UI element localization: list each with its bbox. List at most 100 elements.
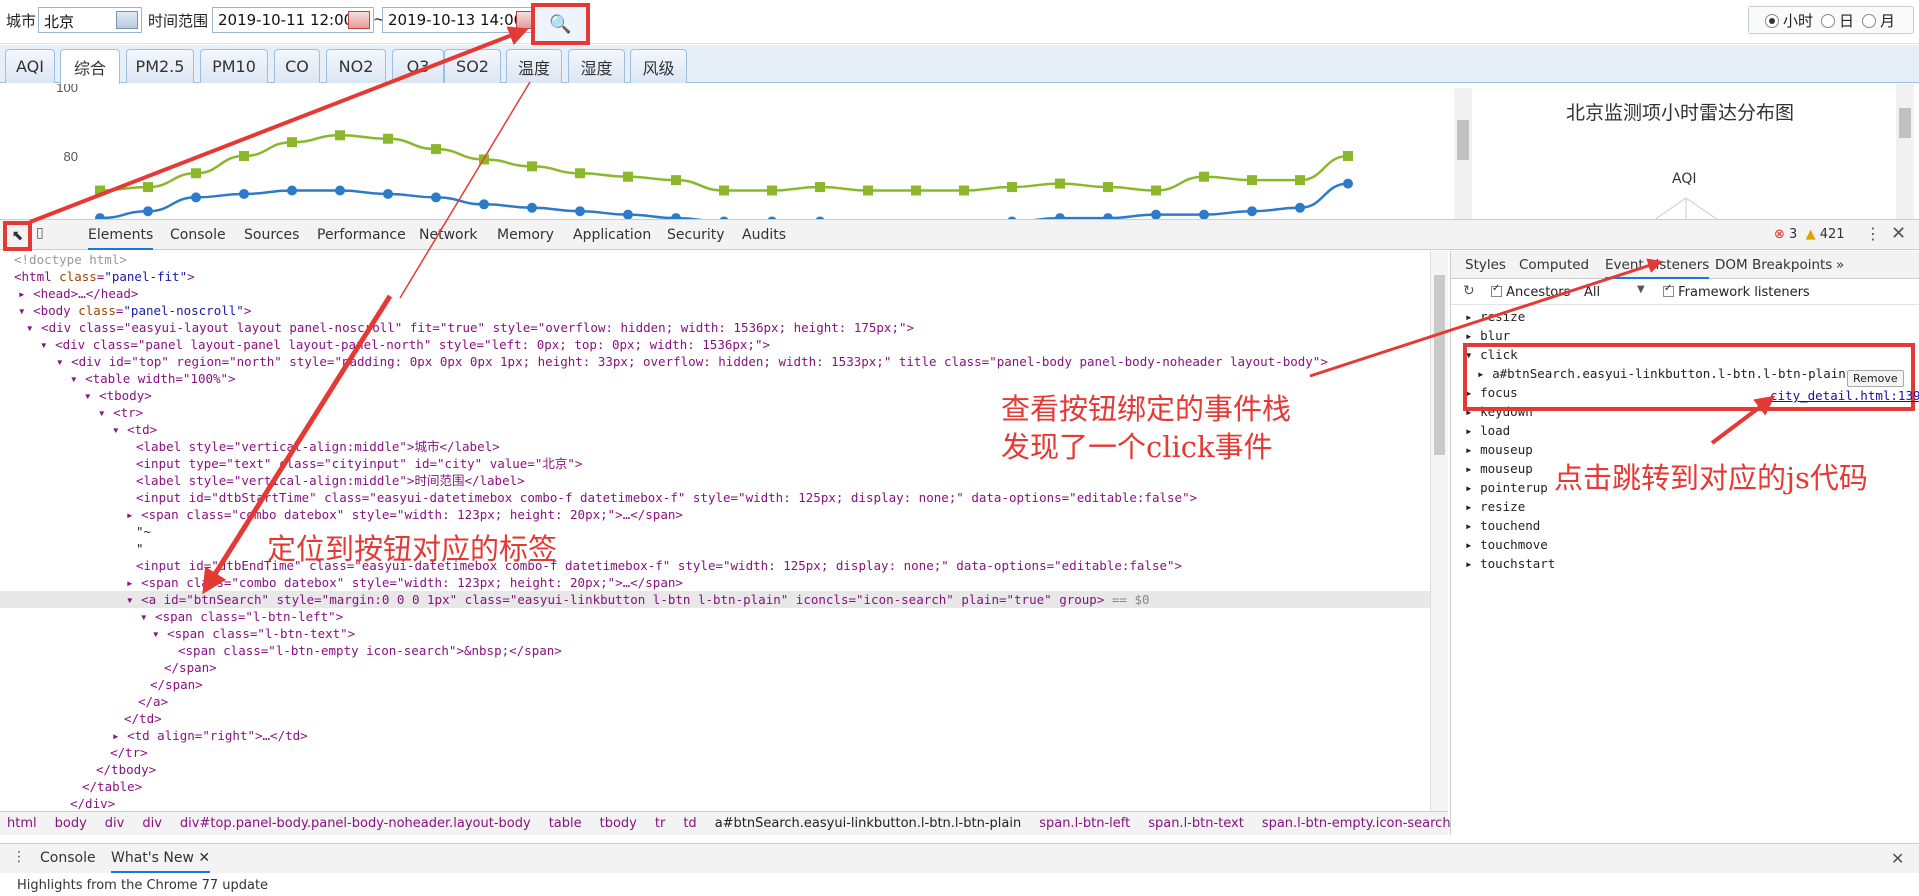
breadcrumb-item[interactable]: tbody	[600, 816, 637, 831]
breadcrumb-item[interactable]: tr	[655, 816, 665, 831]
dom-node[interactable]: <html class="panel-fit">	[0, 268, 1430, 285]
breadcrumb-item[interactable]: div	[142, 816, 162, 831]
dom-node[interactable]: </table>	[0, 778, 1430, 795]
dom-node[interactable]: <input id="dtbEndTime" class="easyui-dat…	[0, 557, 1430, 574]
tab-pm10[interactable]: PM10	[200, 49, 268, 83]
tab-no2[interactable]: NO2	[326, 49, 386, 83]
dom-node[interactable]: </tr>	[0, 744, 1430, 761]
tab-sources[interactable]: Sources	[244, 220, 299, 250]
dom-node[interactable]: </span>	[0, 659, 1430, 676]
tab-audits[interactable]: Audits	[742, 220, 786, 250]
tab-computed[interactable]: Computed	[1519, 251, 1589, 279]
radio-month[interactable]: 月	[1862, 10, 1895, 31]
dom-node[interactable]: <input id="dtbStartTime" class="easyui-d…	[0, 489, 1430, 506]
tab-pm25[interactable]: PM2.5	[126, 49, 194, 83]
tab-o3[interactable]: O3	[392, 49, 444, 83]
dom-node[interactable]: ▾ <div class="easyui-layout layout panel…	[0, 319, 1430, 336]
dom-node[interactable]: <label style="vertical-align:middle">时间范…	[0, 472, 1430, 489]
issue-counts[interactable]: ⊗ 3 ▲ 421	[1774, 227, 1845, 242]
breadcrumb-item[interactable]: span.l-btn-empty.icon-search	[1262, 816, 1451, 831]
event-mouseup[interactable]: ▸ mouseup	[1465, 440, 1533, 459]
breadcrumb-item[interactable]: body	[55, 816, 87, 831]
radio-hour[interactable]: 小时	[1765, 10, 1813, 31]
event-resize[interactable]: ▸ resize	[1465, 497, 1525, 516]
tab-application[interactable]: Application	[573, 220, 651, 250]
dom-node[interactable]: <!doctype html>	[0, 251, 1430, 268]
close-icon[interactable]: ✕	[1891, 849, 1904, 868]
selected-dom-node[interactable]: ▾ <a id="btnSearch" style="margin:0 0 0 …	[0, 591, 1430, 608]
event-resize[interactable]: ▸ resize	[1465, 307, 1525, 326]
tab-styles[interactable]: Styles	[1465, 251, 1506, 279]
elements-scrollbar[interactable]	[1430, 251, 1448, 811]
dom-node[interactable]: </td>	[0, 710, 1430, 727]
tab-humidity[interactable]: 湿度	[568, 49, 625, 83]
chart-scrollbar[interactable]	[1454, 88, 1472, 219]
dom-node[interactable]: ▾ <div id="top" region="north" style="pa…	[0, 353, 1430, 370]
kebab-menu-icon[interactable]: ⋮	[12, 849, 26, 865]
tab-event-listeners[interactable]: Event Listeners	[1605, 251, 1710, 279]
dom-node[interactable]: ▸ <span class="combo datebox" style="wid…	[0, 506, 1430, 523]
breadcrumb-item[interactable]: table	[549, 816, 582, 831]
breadcrumb-item[interactable]: span.l-btn-text	[1148, 816, 1244, 831]
dom-node[interactable]: </tbody>	[0, 761, 1430, 778]
remove-listener-button[interactable]: Remove	[1847, 370, 1904, 387]
dom-node[interactable]: </span>	[0, 676, 1430, 693]
tab-overview[interactable]: 综合	[60, 49, 120, 84]
inspect-element-button[interactable]: ⬉	[3, 221, 32, 251]
radio-day[interactable]: 日	[1821, 10, 1854, 31]
event-pointerup[interactable]: ▸ pointerup	[1465, 478, 1548, 497]
event-touchmove[interactable]: ▸ touchmove	[1465, 535, 1548, 554]
tab-co[interactable]: CO	[274, 49, 320, 83]
dom-node[interactable]: ▾ <span class="l-btn-text">	[0, 625, 1430, 642]
text-node[interactable]: "~	[0, 523, 1430, 540]
ancestors-checkbox[interactable]: Ancestors	[1491, 283, 1570, 300]
breadcrumb-item[interactable]: div	[105, 816, 125, 831]
source-file-link[interactable]: city_detail.html:139	[1770, 388, 1919, 403]
tab-performance[interactable]: Performance	[317, 220, 406, 250]
text-node[interactable]: "	[0, 540, 1430, 557]
drawer-tab-console[interactable]: Console	[40, 850, 96, 866]
city-picker-icon[interactable]	[116, 11, 138, 29]
refresh-icon[interactable]: ↻	[1463, 283, 1475, 299]
close-icon[interactable]: ✕	[1891, 223, 1906, 244]
tab-wind[interactable]: 风级	[630, 49, 687, 83]
breadcrumb-item[interactable]: div#top.panel-body.panel-body-noheader.l…	[180, 816, 531, 831]
breadcrumb-item[interactable]: span.l-btn-left	[1039, 816, 1130, 831]
event-touchstart[interactable]: ▸ touchstart	[1465, 554, 1555, 573]
framework-listeners-checkbox[interactable]: Framework listeners	[1663, 283, 1810, 300]
more-tabs-icon[interactable]: »	[1836, 251, 1844, 279]
dom-node[interactable]: ▾ <table width="100%">	[0, 370, 1430, 387]
breadcrumb-item-selected[interactable]: a#btnSearch.easyui-linkbutton.l-btn.l-bt…	[715, 816, 1022, 831]
dom-node[interactable]: ▸ <head>…</head>	[0, 285, 1430, 302]
calendar-icon[interactable]	[348, 11, 370, 29]
chevron-down-icon[interactable]: ▼	[1637, 284, 1645, 295]
tab-dom-breakpoints[interactable]: DOM Breakpoints	[1715, 251, 1832, 279]
breadcrumb-item[interactable]: html	[7, 816, 37, 831]
tab-elements[interactable]: Elements	[88, 220, 154, 250]
device-toolbar-icon[interactable]: ▯	[36, 225, 44, 241]
tab-memory[interactable]: Memory	[497, 220, 554, 250]
dom-node[interactable]: <span class="l-btn-empty icon-search">&n…	[0, 642, 1430, 659]
tab-network[interactable]: Network	[419, 220, 477, 250]
breadcrumb-item[interactable]: td	[683, 816, 696, 831]
tab-console[interactable]: Console	[170, 220, 226, 250]
tab-temperature[interactable]: 温度	[506, 49, 562, 83]
tab-security[interactable]: Security	[667, 220, 725, 250]
dom-node[interactable]: ▾ <div class="panel layout-panel layout-…	[0, 336, 1430, 353]
dom-node[interactable]: ▸ <span class="combo datebox" style="wid…	[0, 574, 1430, 591]
dom-node[interactable]: </div>	[0, 795, 1430, 811]
page-scrollbar[interactable]	[1896, 84, 1914, 219]
kebab-menu-icon[interactable]: ⋮	[1865, 224, 1881, 243]
close-icon[interactable]: ✕	[198, 850, 210, 866]
dom-node[interactable]: ▾ <span class="l-btn-left">	[0, 608, 1430, 625]
event-touchend[interactable]: ▸ touchend	[1465, 516, 1540, 535]
ancestors-select[interactable]: All	[1584, 285, 1600, 300]
event-load[interactable]: ▸ load	[1465, 421, 1510, 440]
tab-so2[interactable]: SO2	[444, 49, 501, 83]
dom-node[interactable]: ▾ <body class="panel-noscroll">	[0, 302, 1430, 319]
search-button[interactable]: 🔍	[531, 3, 590, 45]
dom-node[interactable]: </a>	[0, 693, 1430, 710]
tab-aqi[interactable]: AQI	[5, 49, 55, 83]
drawer-tab-whats-new[interactable]: What's New ✕	[111, 850, 211, 873]
dom-node[interactable]: ▸ <td align="right">…</td>	[0, 727, 1430, 744]
